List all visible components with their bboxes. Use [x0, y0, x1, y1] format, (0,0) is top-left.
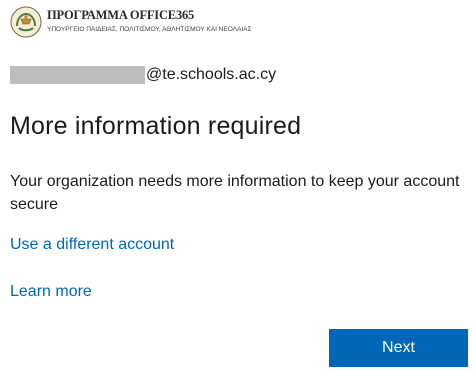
organization-banner: ΠΡΟΓΡΑΜΜΑ OFFICE365 ΥΠΟΥΡΓΕΙΟ ΠΑΙΔΕΙΑΣ, … — [10, 6, 252, 38]
page-title: More information required — [10, 112, 302, 140]
next-button[interactable]: Next — [329, 329, 468, 367]
redacted-username — [10, 66, 145, 84]
mfa-registration-page: ΠΡΟΓΡΑΜΜΑ OFFICE365 ΥΠΟΥΡΓΕΙΟ ΠΑΙΔΕΙΑΣ, … — [0, 0, 473, 371]
coat-of-arms-icon — [10, 6, 42, 38]
banner-subtitle: ΥΠΟΥΡΓΕΙΟ ΠΑΙΔΕΙΑΣ, ΠΟΛΙΤΙΣΜΟΥ, ΑΘΛΗΤΙΣΜ… — [47, 26, 252, 33]
banner-title: ΠΡΟΓΡΑΜΜΑ OFFICE365 — [47, 8, 195, 22]
description-text: Your organization needs more information… — [10, 173, 460, 213]
banner-text: ΠΡΟΓΡΑΜΜΑ OFFICE365 ΥΠΟΥΡΓΕΙΟ ΠΑΙΔΕΙΑΣ, … — [47, 8, 252, 33]
use-different-account-link[interactable]: Use a different account — [10, 236, 174, 254]
learn-more-link[interactable]: Learn more — [10, 283, 92, 301]
account-domain: @te.schools.ac.cy — [146, 66, 277, 83]
account-identity: @te.schools.ac.cy — [10, 64, 276, 86]
